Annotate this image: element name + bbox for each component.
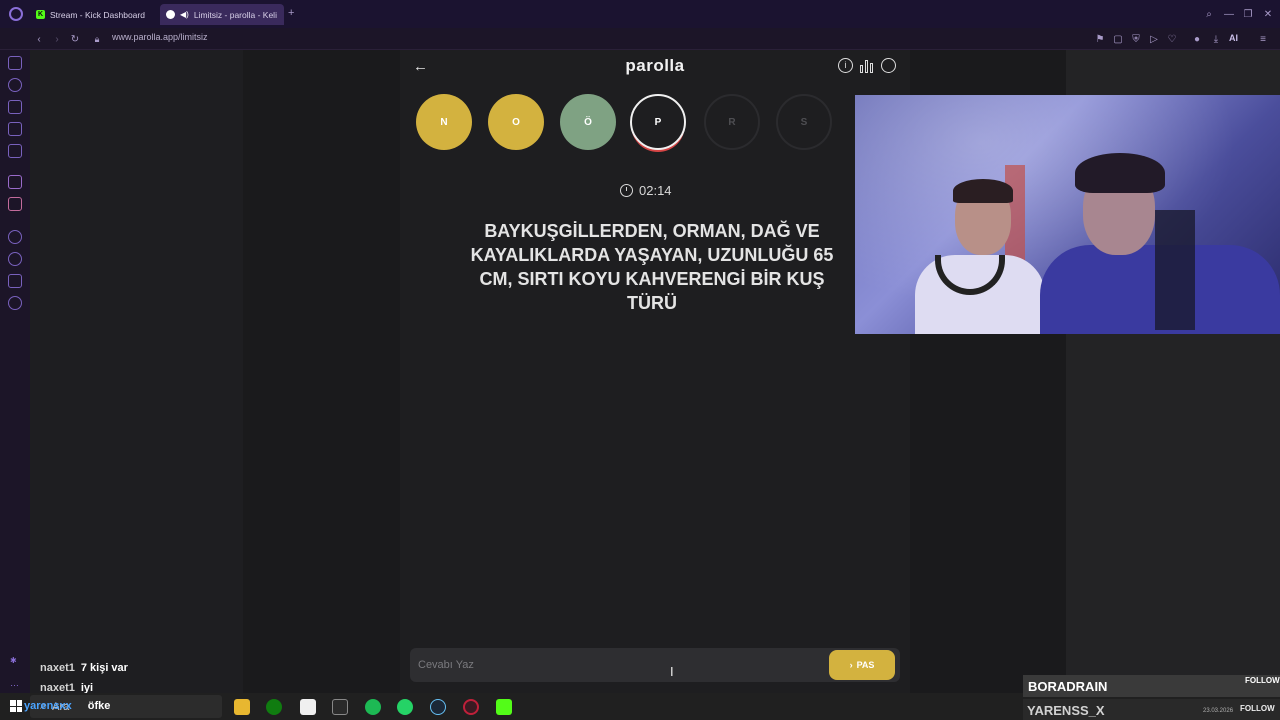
- tab-kick-dashboard[interactable]: K Stream - Kick Dashboard: [30, 4, 156, 25]
- shield-icon[interactable]: ⛨: [1129, 32, 1143, 46]
- back-icon[interactable]: ‹: [32, 32, 46, 46]
- twitch-icon[interactable]: [8, 175, 22, 189]
- ai-button[interactable]: AI: [1229, 33, 1238, 43]
- parolla-logo[interactable]: parolla: [560, 56, 750, 76]
- chat-message: naxet1 7 kişi var: [40, 662, 128, 674]
- back-arrow-icon[interactable]: ←: [413, 58, 428, 75]
- follower-name: YARENSS_X: [1027, 703, 1105, 718]
- tab-label: Limitsiz - parolla - Keli: [193, 9, 277, 20]
- forward-icon[interactable]: ›: [50, 32, 64, 46]
- browser-sidebar: ✱ …: [0, 50, 30, 693]
- profile-icon[interactable]: ●: [1190, 32, 1204, 46]
- heart-icon[interactable]: ♡: [1165, 32, 1179, 46]
- kick-app-icon[interactable]: [496, 699, 512, 715]
- clock-icon: [620, 183, 633, 197]
- clock-icon[interactable]: [8, 252, 22, 266]
- close-icon[interactable]: ✕: [1261, 7, 1275, 21]
- opera-gx-icon[interactable]: [463, 699, 479, 715]
- windows-start-icon[interactable]: [10, 700, 22, 712]
- stats-icon[interactable]: [860, 58, 875, 73]
- pass-button[interactable]: › PAS: [829, 650, 895, 680]
- mail-icon[interactable]: [8, 144, 22, 158]
- extensions-icon[interactable]: [8, 274, 22, 288]
- settings-icon[interactable]: [8, 296, 22, 310]
- parolla-icon: [166, 10, 175, 19]
- restore-icon[interactable]: ❐: [1241, 7, 1255, 21]
- chat-username: yarensxx: [24, 700, 72, 712]
- system-date: 23.03.2026: [1203, 708, 1234, 714]
- letter-label: O: [512, 116, 520, 128]
- letter-label: P: [654, 116, 662, 128]
- file-explorer-icon[interactable]: [234, 699, 250, 715]
- xbox-icon[interactable]: [266, 699, 282, 715]
- follower-alert-1: BORADRAIN FOLLOW: [1023, 675, 1280, 697]
- user-icon[interactable]: [881, 58, 896, 73]
- chat-text: öfke: [87, 700, 111, 712]
- letter-label: R: [728, 116, 736, 128]
- chat-message: yarensxx öfke: [24, 700, 110, 712]
- chat-text: 7 kişi var: [80, 662, 128, 674]
- lock-icon: 🔒︎: [94, 33, 100, 44]
- letter-circle-n: N: [416, 94, 472, 150]
- letter-circle-r: R: [704, 94, 760, 150]
- tab-parolla[interactable]: ◀) Limitsiz - parolla - Keli: [160, 4, 284, 25]
- ai-sidebar-icon[interactable]: ✱: [10, 656, 17, 665]
- url-field[interactable]: www.parolla.app/limitsiz: [112, 32, 208, 42]
- messenger-icon[interactable]: [8, 56, 22, 70]
- left-panel: [30, 50, 243, 693]
- opera-logo-icon[interactable]: [9, 7, 23, 21]
- letter-circle-o: O: [488, 94, 544, 150]
- letter-label: N: [440, 116, 448, 128]
- address-bar: ‹ › ↻ 🔒︎ www.parolla.app/limitsiz ⚑ ▢ ⛨ …: [0, 28, 1280, 50]
- snapshot-icon[interactable]: ▢: [1111, 32, 1125, 46]
- new-tab-button[interactable]: +: [288, 7, 294, 19]
- menu-icon[interactable]: ≡: [1256, 32, 1270, 46]
- discord-icon[interactable]: [8, 122, 22, 136]
- whatsapp-icon[interactable]: [397, 699, 413, 715]
- letter-circle-p-active: P: [630, 94, 686, 150]
- download-icon[interactable]: ⤓: [1209, 32, 1223, 46]
- follower-name: BORADRAIN: [1028, 679, 1108, 694]
- letter-circle-o-umlaut: Ö: [560, 94, 616, 150]
- answer-input[interactable]: [418, 656, 818, 674]
- spotify-icon[interactable]: [365, 699, 381, 715]
- epic-games-icon[interactable]: [332, 699, 348, 715]
- bookmark-icon[interactable]: ⚑: [1093, 32, 1107, 46]
- timer: 02:14: [620, 180, 700, 200]
- minimize-icon[interactable]: —: [1222, 7, 1236, 21]
- page-gutter-left: [243, 50, 400, 693]
- chair: [1155, 210, 1195, 330]
- person-left-hair: [953, 179, 1013, 203]
- follower-alert-2: YARENSS_X 23.03.2026 FOLLOW: [1023, 699, 1280, 720]
- text-cursor-icon: I: [670, 664, 674, 679]
- question-text: BAYKUŞGİLLERDEN, ORMAN, DAĞ VE KAYALIKLA…: [470, 221, 834, 313]
- player-sidebar-icon[interactable]: [8, 230, 22, 244]
- pass-label: PAS: [856, 660, 875, 670]
- tab-label: Stream - Kick Dashboard: [50, 9, 145, 20]
- letter-label: S: [800, 116, 808, 128]
- person-right-hair: [1075, 153, 1165, 193]
- chevron-right-icon: ›: [849, 660, 853, 670]
- kick-icon: K: [36, 10, 45, 19]
- instagram-icon[interactable]: [8, 197, 22, 211]
- follow-label: FOLLOW: [1240, 704, 1275, 713]
- timer-value: 02:14: [639, 182, 672, 198]
- reload-icon[interactable]: ↻: [68, 32, 82, 46]
- document-icon[interactable]: [300, 699, 316, 715]
- webcam-overlay: [855, 95, 1280, 334]
- player-icon[interactable]: ▷: [1147, 32, 1161, 46]
- letter-circle-s: S: [776, 94, 832, 150]
- search-icon[interactable]: ⌕: [1202, 7, 1216, 21]
- robot-icon[interactable]: [8, 100, 22, 114]
- info-icon[interactable]: i: [838, 58, 853, 73]
- more-icon[interactable]: …: [10, 678, 19, 688]
- follow-label: FOLLOW: [1245, 676, 1280, 685]
- history-icon[interactable]: [8, 78, 22, 92]
- steam-icon[interactable]: [430, 699, 446, 715]
- speaker-icon: ◀): [180, 10, 189, 19]
- chat-username: naxet1: [40, 662, 75, 674]
- browser-titlebar: K Stream - Kick Dashboard ◀) Limitsiz - …: [0, 0, 1280, 28]
- letter-label: Ö: [584, 116, 592, 128]
